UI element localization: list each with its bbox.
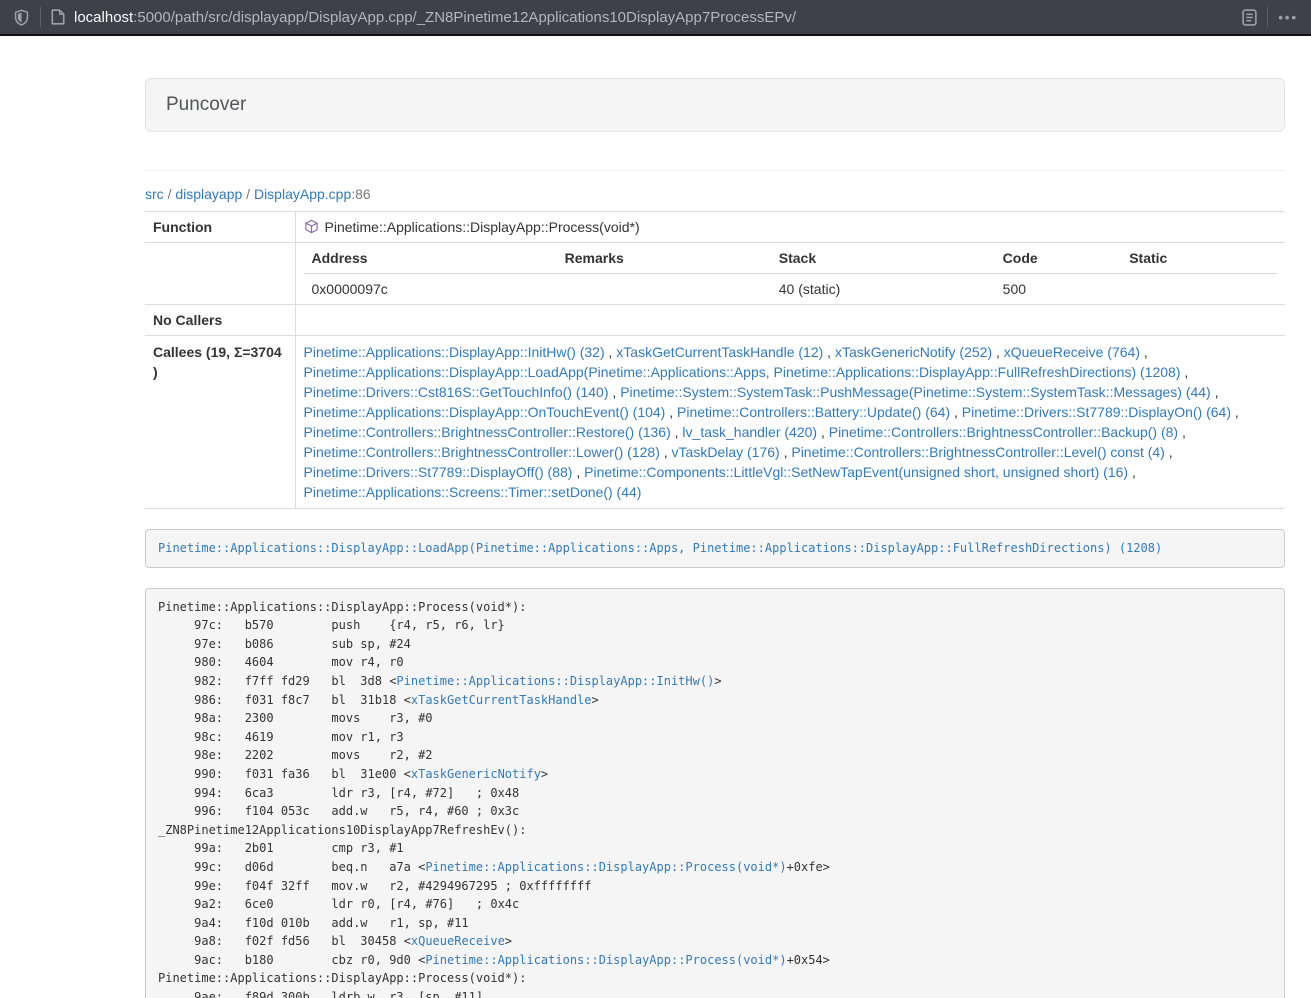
breadcrumb-link-file[interactable]: DisplayApp.cpp (254, 186, 351, 202)
table-row-stats: Address Remarks Stack Code Static 0x0000… (145, 243, 1285, 305)
callee-link[interactable]: lv_task_handler (420) (682, 424, 817, 440)
callee-link[interactable]: Pinetime::Controllers::BrightnessControl… (791, 444, 1164, 460)
highlighted-symbol-link[interactable]: Pinetime::Applications::DisplayApp::Load… (158, 541, 1162, 555)
table-row-function: Function Pinetime::Applications::Display… (145, 212, 1285, 243)
code-symbol-link[interactable]: Pinetime::Applications::DisplayApp::Proc… (425, 953, 786, 967)
breadcrumb-separator: / (168, 186, 172, 202)
stats-row-label (145, 243, 295, 305)
callee-link[interactable]: xQueueReceive (764) (1004, 344, 1140, 360)
stats-value-row: 0x0000097c 40 (static) 500 (304, 274, 1278, 305)
col-header-address: Address (304, 243, 557, 274)
col-header-static: Static (1121, 243, 1277, 274)
function-table: Function Pinetime::Applications::Display… (145, 211, 1285, 509)
table-row-callees: Callees (19, Σ=3704 ) Pinetime::Applicat… (145, 336, 1285, 509)
callee-link[interactable]: vTaskDelay (176) (672, 444, 780, 460)
code-symbol-link[interactable]: xTaskGetCurrentTaskHandle (411, 693, 592, 707)
toolbar-divider (40, 7, 41, 27)
callee-link[interactable]: Pinetime::Controllers::BrightnessControl… (829, 424, 1178, 440)
stats-table: Address Remarks Stack Code Static 0x0000… (304, 243, 1278, 304)
col-header-code: Code (995, 243, 1122, 274)
static-value (1121, 274, 1277, 305)
callee-link[interactable]: Pinetime::Drivers::Cst816S::GetTouchInfo… (304, 384, 609, 400)
page-icon (51, 9, 65, 25)
callee-link[interactable]: Pinetime::Controllers::BrightnessControl… (304, 444, 660, 460)
function-label: Function (145, 212, 295, 243)
function-name-cell: Pinetime::Applications::DisplayApp::Proc… (295, 212, 1285, 243)
function-name: Pinetime::Applications::DisplayApp::Proc… (325, 219, 640, 235)
callees-list: Pinetime::Applications::DisplayApp::Init… (295, 336, 1285, 509)
url-host: localhost (74, 9, 133, 26)
menu-icon[interactable]: ••• (1278, 10, 1298, 25)
callee-link[interactable]: Pinetime::Drivers::St7789::DisplayOn() (… (962, 404, 1231, 420)
breadcrumb-separator: / (246, 186, 250, 202)
app-header: Puncover (145, 78, 1285, 132)
callee-link[interactable]: Pinetime::Components::LittleVgl::SetNewT… (584, 464, 1128, 480)
no-callers-label: No Callers (145, 305, 295, 336)
table-row-no-callers: No Callers (145, 305, 1285, 336)
toolbar-divider (1267, 7, 1268, 27)
url-path: :5000/path/src/displayapp/DisplayApp.cpp… (133, 9, 796, 26)
remarks-value (557, 274, 771, 305)
code-value: 500 (995, 274, 1122, 305)
address-value: 0x0000097c (304, 274, 557, 305)
callee-link[interactable]: Pinetime::System::SystemTask::PushMessag… (620, 384, 1211, 400)
code-symbol-link[interactable]: Pinetime::Applications::DisplayApp::Init… (396, 674, 714, 688)
callee-link[interactable]: Pinetime::Controllers::BrightnessControl… (304, 424, 671, 440)
address-bar[interactable]: localhost:5000/path/src/displayapp/Displ… (74, 9, 1242, 26)
callee-link[interactable]: Pinetime::Applications::DisplayApp::OnTo… (304, 404, 666, 420)
disassembly-block: Pinetime::Applications::DisplayApp::Proc… (145, 588, 1285, 998)
divider (145, 170, 1285, 171)
symbol-cube-icon (304, 219, 319, 234)
highlighted-symbol-box: Pinetime::Applications::DisplayApp::Load… (145, 529, 1285, 568)
shield-icon[interactable] (13, 9, 30, 26)
stats-cell: Address Remarks Stack Code Static 0x0000… (295, 243, 1285, 305)
col-header-remarks: Remarks (557, 243, 771, 274)
code-symbol-link[interactable]: xQueueReceive (411, 934, 505, 948)
callee-link[interactable]: Pinetime::Applications::DisplayApp::Load… (304, 364, 1181, 380)
callee-link[interactable]: xTaskGenericNotify (252) (835, 344, 992, 360)
reader-view-icon[interactable] (1242, 9, 1257, 26)
breadcrumb-link-displayapp[interactable]: displayapp (175, 186, 242, 202)
page-title: Puncover (166, 94, 246, 115)
stack-value: 40 (static) (771, 274, 995, 305)
callees-label: Callees (19, Σ=3704 ) (145, 336, 295, 509)
browser-toolbar: localhost:5000/path/src/displayapp/Displ… (0, 0, 1311, 36)
no-callers-cell (295, 305, 1285, 336)
callee-link[interactable]: xTaskGetCurrentTaskHandle (12) (616, 344, 823, 360)
callee-link[interactable]: Pinetime::Applications::Screens::Timer::… (304, 484, 642, 500)
callee-link[interactable]: Pinetime::Controllers::Battery::Update()… (677, 404, 950, 420)
callee-link[interactable]: Pinetime::Applications::DisplayApp::Init… (304, 344, 605, 360)
breadcrumb-line-number: :86 (351, 186, 370, 202)
col-header-stack: Stack (771, 243, 995, 274)
callee-link[interactable]: Pinetime::Drivers::St7789::DisplayOff() … (304, 464, 573, 480)
page-container: Puncover src / displayapp / DisplayApp.c… (145, 78, 1285, 998)
breadcrumb: src / displayapp / DisplayApp.cpp:86 (145, 184, 1285, 204)
stats-header-row: Address Remarks Stack Code Static (304, 243, 1278, 274)
code-symbol-link[interactable]: xTaskGenericNotify (411, 767, 541, 781)
code-symbol-link[interactable]: Pinetime::Applications::DisplayApp::Proc… (425, 860, 786, 874)
breadcrumb-link-src[interactable]: src (145, 186, 164, 202)
